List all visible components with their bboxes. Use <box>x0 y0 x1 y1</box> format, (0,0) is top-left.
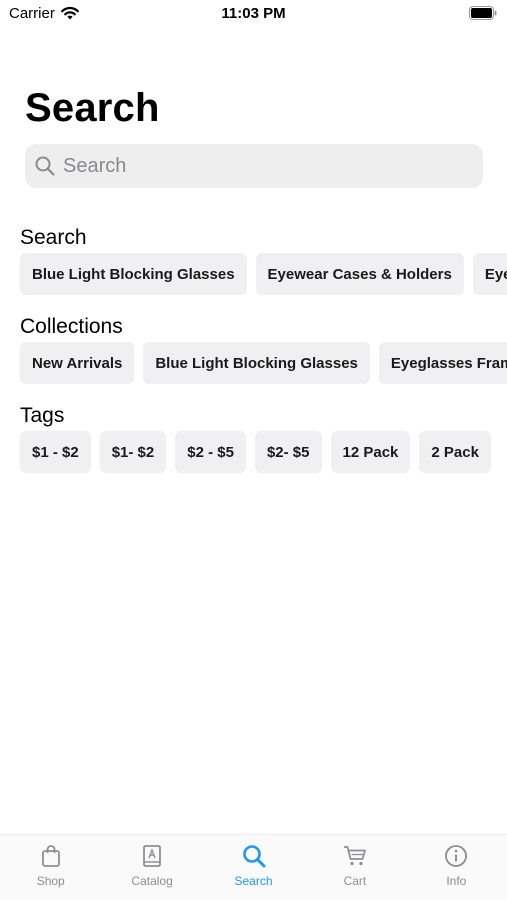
tab-label: Info <box>446 874 467 888</box>
shopping-bag-icon <box>41 845 60 867</box>
catalog-book-icon <box>143 845 162 867</box>
tab-label: Catalog <box>131 874 173 888</box>
tab-catalog[interactable]: Catalog <box>101 835 202 900</box>
tag-chip[interactable]: $1- $2 <box>99 431 167 473</box>
tags-chip-row: $1 - $2 $1- $2 $2 - $5 $2- $5 12 Pack 2 … <box>20 431 507 473</box>
status-time: 11:03 PM <box>221 5 286 22</box>
tab-info[interactable]: Info <box>406 835 507 900</box>
info-icon <box>445 845 468 867</box>
tag-chip[interactable]: $2 - $5 <box>175 431 246 473</box>
search-chip[interactable]: Eyewear <box>472 253 507 295</box>
status-bar: Carrier 11:03 PM <box>0 0 507 28</box>
tab-label: Shop <box>36 874 65 888</box>
section-title-tags: Tags <box>20 404 65 427</box>
search-icon <box>35 156 55 176</box>
tab-search[interactable]: Search <box>203 835 304 900</box>
collection-chip[interactable]: Blue Light Blocking Glasses <box>143 342 370 384</box>
search-chip[interactable]: Blue Light Blocking Glasses <box>20 253 247 295</box>
search-bar[interactable] <box>25 144 483 188</box>
search-chip[interactable]: Eyewear Cases & Holders <box>255 253 464 295</box>
collections-chip-row: New Arrivals Blue Light Blocking Glasses… <box>20 342 507 384</box>
tab-label: Cart <box>343 874 367 888</box>
page-title: Search <box>25 86 160 130</box>
search-screen: Carrier 11:03 PM Search Search Blue Ligh… <box>0 0 507 900</box>
cart-icon <box>343 846 366 866</box>
section-title-search: Search <box>20 226 87 249</box>
tab-bar: Shop Catalog Search Cart Info <box>0 834 507 900</box>
tag-chip[interactable]: 12 Pack <box>330 431 411 473</box>
tab-label: Search <box>234 874 273 888</box>
tag-chip[interactable]: $1 - $2 <box>20 431 91 473</box>
tag-chip[interactable]: 2 Pack <box>419 431 491 473</box>
search-chip-row: Blue Light Blocking Glasses Eyewear Case… <box>20 253 507 295</box>
tab-shop[interactable]: Shop <box>0 835 101 900</box>
search-icon <box>242 845 266 868</box>
tag-chip[interactable]: $2- $5 <box>254 431 322 473</box>
collection-chip[interactable]: New Arrivals <box>20 342 135 384</box>
collection-chip[interactable]: Eyeglasses Frames <box>378 342 507 384</box>
section-title-collections: Collections <box>20 315 123 338</box>
battery-icon <box>469 6 497 20</box>
search-input[interactable] <box>63 154 443 178</box>
tab-cart[interactable]: Cart <box>304 835 405 900</box>
